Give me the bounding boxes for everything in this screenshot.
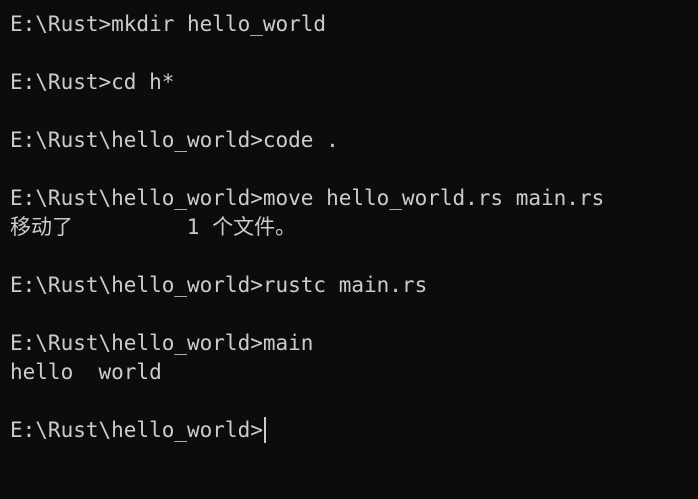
text-cursor (263, 417, 266, 443)
terminal-line: E:\Rust\hello_world>code . (10, 128, 339, 152)
terminal-prompt-line[interactable]: E:\Rust\hello_world> (10, 416, 266, 445)
terminal-line: E:\Rust>mkdir hello_world (10, 12, 327, 36)
terminal-line: E:\Rust\hello_world>move hello_world.rs … (10, 186, 605, 210)
terminal-line: E:\Rust\hello_world>rustc main.rs (10, 273, 428, 297)
prompt-text: E:\Rust\hello_world> (10, 418, 263, 442)
terminal-output-line: hello world (10, 360, 162, 384)
terminal-output-line: 移动了 1 个文件。 (10, 215, 297, 239)
terminal-line: E:\Rust>cd h* (10, 70, 175, 94)
terminal-line: E:\Rust\hello_world>main (10, 331, 314, 355)
terminal-window[interactable]: E:\Rust>mkdir hello_world E:\Rust>cd h* … (0, 0, 698, 499)
